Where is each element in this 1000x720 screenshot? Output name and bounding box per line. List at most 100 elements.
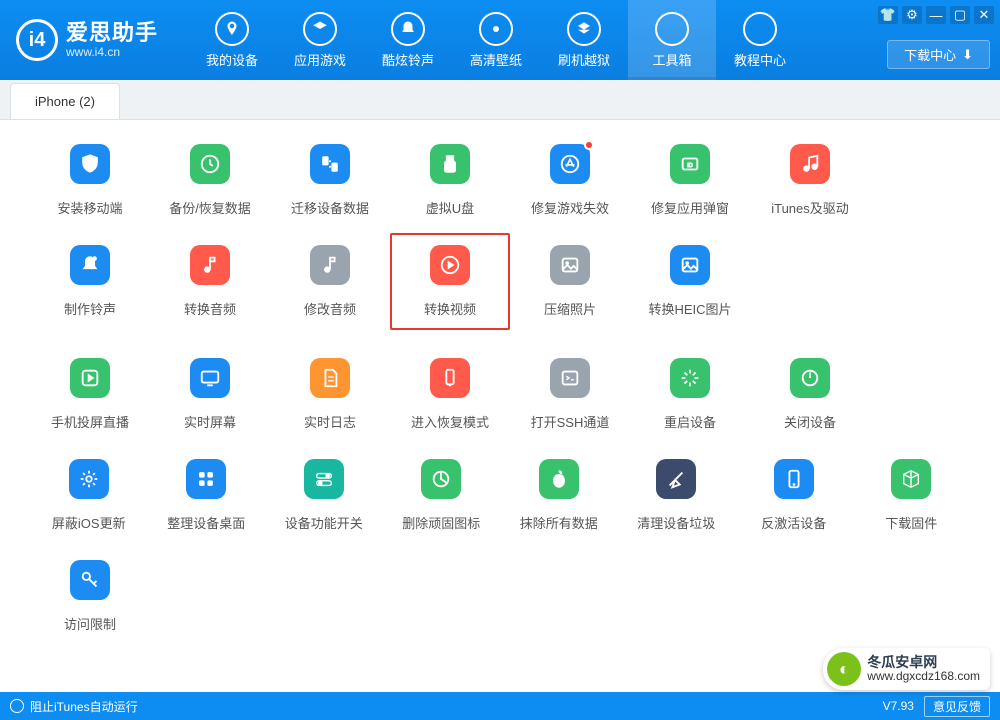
tool-label: 手机投屏直播	[51, 412, 129, 431]
nav-toolbox[interactable]: 工具箱	[628, 0, 716, 80]
tool-shutdown[interactable]: 关闭设备	[750, 358, 870, 431]
ringtones-icon	[391, 12, 425, 46]
logo: i4 爱思助手 www.i4.cn	[16, 19, 158, 61]
tool-label: 修改音频	[304, 299, 356, 318]
minimize-button[interactable]: —	[926, 6, 946, 24]
tool-edit-audio[interactable]: 修改音频	[270, 245, 390, 330]
backup-icon	[190, 144, 230, 184]
svg-text:i4: i4	[86, 160, 93, 170]
tool-itunes-driver[interactable]: iTunes及驱动	[750, 144, 870, 217]
device-tabs: iPhone (2)	[0, 80, 1000, 120]
block-ios-update-icon	[69, 459, 109, 499]
tool-block-ios-update[interactable]: 屏蔽iOS更新	[30, 459, 148, 532]
download-center-button[interactable]: 下载中心 ⬇	[887, 40, 990, 69]
block-itunes-checkbox[interactable]	[10, 699, 24, 713]
watermark: ◐ 冬瓜安卓网 www.dgxcdz168.com	[823, 648, 990, 690]
nav-my-device[interactable]: 我的设备	[188, 0, 276, 80]
tool-feature-toggle[interactable]: 设备功能开关	[265, 459, 383, 532]
logo-icon: i4	[16, 19, 58, 61]
tool-recovery[interactable]: 进入恢复模式	[390, 358, 510, 431]
tool-screen-cast[interactable]: 手机投屏直播	[30, 358, 150, 431]
download-icon: ⬇	[962, 47, 973, 63]
compress-photo-icon	[550, 245, 590, 285]
tool-label: 关闭设备	[784, 412, 836, 431]
tool-download-fw[interactable]: 下载固件	[853, 459, 971, 532]
tool-ssh[interactable]: 打开SSH通道	[510, 358, 630, 431]
watermark-title: 冬瓜安卓网	[867, 654, 937, 670]
realtime-screen-icon	[190, 358, 230, 398]
fix-popup-icon: ID	[670, 144, 710, 184]
nav-flash[interactable]: 刷机越狱	[540, 0, 628, 80]
make-ring-icon	[70, 245, 110, 285]
tool-label: 屏蔽iOS更新	[52, 513, 126, 532]
tool-label: 清理设备垃圾	[637, 513, 715, 532]
feedback-button[interactable]: 意见反馈	[924, 696, 990, 717]
tool-reboot[interactable]: 重启设备	[630, 358, 750, 431]
tool-label: 实时屏幕	[184, 412, 236, 431]
tool-clean-trash[interactable]: 清理设备垃圾	[618, 459, 736, 532]
skin-icon[interactable]: 👕	[878, 6, 898, 24]
virtual-udisk-icon	[430, 144, 470, 184]
notification-dot	[584, 140, 594, 150]
tool-realtime-screen[interactable]: 实时屏幕	[150, 358, 270, 431]
app-header: i4 爱思助手 www.i4.cn 我的设备应用游戏酷炫铃声 高清壁纸 刷机越狱 工具…	[0, 0, 1000, 80]
tool-realtime-log[interactable]: 实时日志	[270, 358, 390, 431]
nav-tutorial[interactable]: 教程中心	[716, 0, 804, 80]
tool-label: 进入恢复模式	[411, 412, 489, 431]
tool-label: 反激活设备	[761, 513, 826, 532]
nav-app-games[interactable]: 应用游戏	[276, 0, 364, 80]
wallpapers-icon	[479, 12, 513, 46]
tool-compress-photo[interactable]: 压缩照片	[510, 245, 630, 330]
maximize-button[interactable]: ▢	[950, 6, 970, 24]
tab-iphone[interactable]: iPhone (2)	[10, 83, 120, 119]
tool-convert-heic[interactable]: 转换HEIC图片	[630, 245, 750, 330]
watermark-icon: ◐	[827, 652, 861, 686]
convert-heic-icon	[670, 245, 710, 285]
tool-migrate[interactable]: 迁移设备数据	[270, 144, 390, 217]
tool-erase-all[interactable]: 抹除所有数据	[500, 459, 618, 532]
access-limit-icon	[70, 560, 110, 600]
watermark-url: www.dgxcdz168.com	[867, 669, 980, 683]
version-label: V7.93	[883, 699, 914, 713]
tool-fix-game[interactable]: 修复游戏失效	[510, 144, 630, 217]
nav-ringtones[interactable]: 酷炫铃声	[364, 0, 452, 80]
ssh-icon	[550, 358, 590, 398]
feature-toggle-icon	[304, 459, 344, 499]
close-button[interactable]: ✕	[974, 6, 994, 24]
download-fw-icon	[891, 459, 931, 499]
tool-label: 转换HEIC图片	[648, 299, 731, 318]
nav-label: 高清壁纸	[470, 50, 522, 69]
tool-access-limit[interactable]: 访问限制	[30, 560, 150, 633]
nav-label: 工具箱	[653, 50, 692, 69]
toolbox-icon	[655, 12, 689, 46]
nav-label: 我的设备	[206, 50, 258, 69]
tool-label: 转换视频	[424, 299, 476, 318]
nav-label: 刷机越狱	[558, 50, 610, 69]
tool-deactivate[interactable]: 反激活设备	[735, 459, 853, 532]
tool-label: 备份/恢复数据	[169, 198, 251, 217]
block-itunes-label: 阻止iTunes自动运行	[30, 698, 138, 715]
tool-label: 压缩照片	[544, 299, 596, 318]
tool-label: 安装移动端	[57, 198, 122, 217]
tool-convert-video[interactable]: 转换视频	[390, 233, 510, 330]
tool-label: 制作铃声	[64, 299, 116, 318]
tool-label: 下载固件	[885, 513, 937, 532]
tool-organize-desktop[interactable]: 整理设备桌面	[148, 459, 266, 532]
nav-label: 酷炫铃声	[382, 50, 434, 69]
convert-video-icon	[430, 245, 470, 285]
nav-wallpapers[interactable]: 高清壁纸	[452, 0, 540, 80]
tool-virtual-udisk[interactable]: 虚拟U盘	[390, 144, 510, 217]
flash-icon	[567, 12, 601, 46]
tool-remove-stubborn[interactable]: 删除顽固图标	[383, 459, 501, 532]
settings-icon[interactable]: ⚙	[902, 6, 922, 24]
reboot-icon	[670, 358, 710, 398]
tool-make-ring[interactable]: 制作铃声	[30, 245, 150, 330]
recovery-icon	[430, 358, 470, 398]
tool-backup[interactable]: 备份/恢复数据	[150, 144, 270, 217]
tool-install-client[interactable]: i4 安装移动端	[30, 144, 150, 217]
tool-label: 虚拟U盘	[426, 198, 474, 217]
install-client-icon: i4	[70, 144, 110, 184]
tool-fix-popup[interactable]: ID修复应用弹窗	[630, 144, 750, 217]
nav-label: 教程中心	[734, 50, 786, 69]
tool-convert-audio[interactable]: 转换音频	[150, 245, 270, 330]
